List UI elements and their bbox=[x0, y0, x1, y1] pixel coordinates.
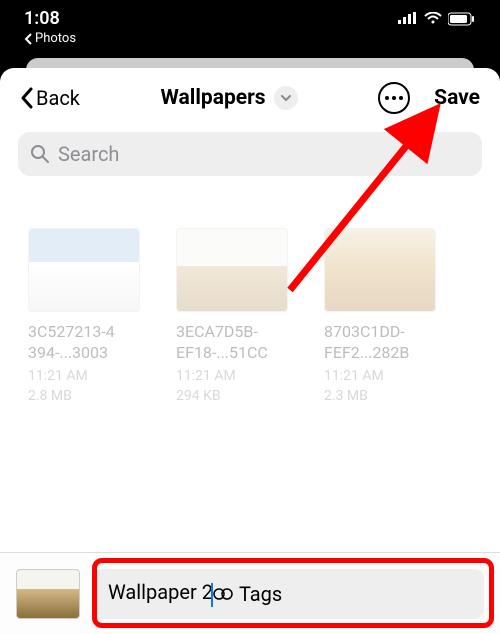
back-app-label: Photos bbox=[35, 31, 76, 46]
file-size: 2.8 MB bbox=[28, 388, 160, 404]
file-name: 3C527213-4394-...3003 bbox=[28, 322, 160, 364]
search-icon bbox=[30, 144, 50, 164]
nav-header: Back Wallpapers Save bbox=[0, 68, 500, 128]
chevron-left-icon bbox=[24, 33, 33, 45]
tags-label: Tags bbox=[239, 582, 282, 606]
file-size: 2.3 MB bbox=[324, 388, 456, 404]
battery-icon bbox=[448, 12, 476, 26]
file-time: 11:21 AM bbox=[28, 368, 160, 384]
file-item[interactable]: 3C527213-4394-...3003 11:21 AM 2.8 MB bbox=[28, 228, 160, 404]
ellipsis-icon bbox=[385, 96, 403, 100]
file-name: 8703C1DD-FEF2...282B bbox=[324, 322, 456, 364]
file-thumbnail bbox=[28, 228, 140, 312]
back-to-app[interactable]: Photos bbox=[24, 31, 76, 46]
file-time: 11:21 AM bbox=[324, 368, 456, 384]
folder-title[interactable]: Wallpapers bbox=[161, 86, 266, 110]
rename-input[interactable]: Wallpaper 2 bbox=[108, 580, 213, 607]
chevron-down-icon bbox=[280, 94, 292, 102]
rename-bar: Wallpaper 2 Tags bbox=[0, 552, 500, 634]
tags-icon bbox=[213, 586, 233, 602]
save-button[interactable]: Save bbox=[434, 86, 480, 110]
file-item[interactable]: 3ECA7D5B-EF18-...51CC 11:21 AM 294 KB bbox=[176, 228, 308, 404]
save-sheet: Back Wallpapers Save Search 3C527213-439… bbox=[0, 68, 500, 634]
search-placeholder: Search bbox=[58, 142, 119, 166]
file-name: 3ECA7D5B-EF18-...51CC bbox=[176, 322, 308, 364]
file-thumbnail bbox=[176, 228, 288, 312]
chevron-left-icon bbox=[20, 87, 34, 109]
status-time: 1:08 bbox=[24, 8, 76, 29]
status-bar: 1:08 Photos bbox=[0, 0, 500, 58]
cellular-icon bbox=[398, 12, 418, 26]
more-button[interactable] bbox=[378, 82, 410, 114]
file-size: 294 KB bbox=[176, 388, 308, 404]
file-grid: 3C527213-4394-...3003 11:21 AM 2.8 MB 3E… bbox=[0, 180, 500, 404]
tags-button[interactable]: Tags bbox=[213, 582, 282, 606]
folder-dropdown[interactable] bbox=[274, 86, 298, 110]
file-thumbnail bbox=[324, 228, 436, 312]
back-button[interactable]: Back bbox=[20, 86, 80, 110]
rename-row: Wallpaper 2 Tags bbox=[92, 569, 484, 619]
status-icons bbox=[398, 8, 476, 26]
wifi-icon bbox=[424, 12, 442, 26]
file-time: 11:21 AM bbox=[176, 368, 308, 384]
rename-thumbnail bbox=[16, 569, 80, 619]
back-label: Back bbox=[36, 86, 80, 110]
file-item[interactable]: 8703C1DD-FEF2...282B 11:21 AM 2.3 MB bbox=[324, 228, 456, 404]
search-input[interactable]: Search bbox=[18, 132, 482, 176]
